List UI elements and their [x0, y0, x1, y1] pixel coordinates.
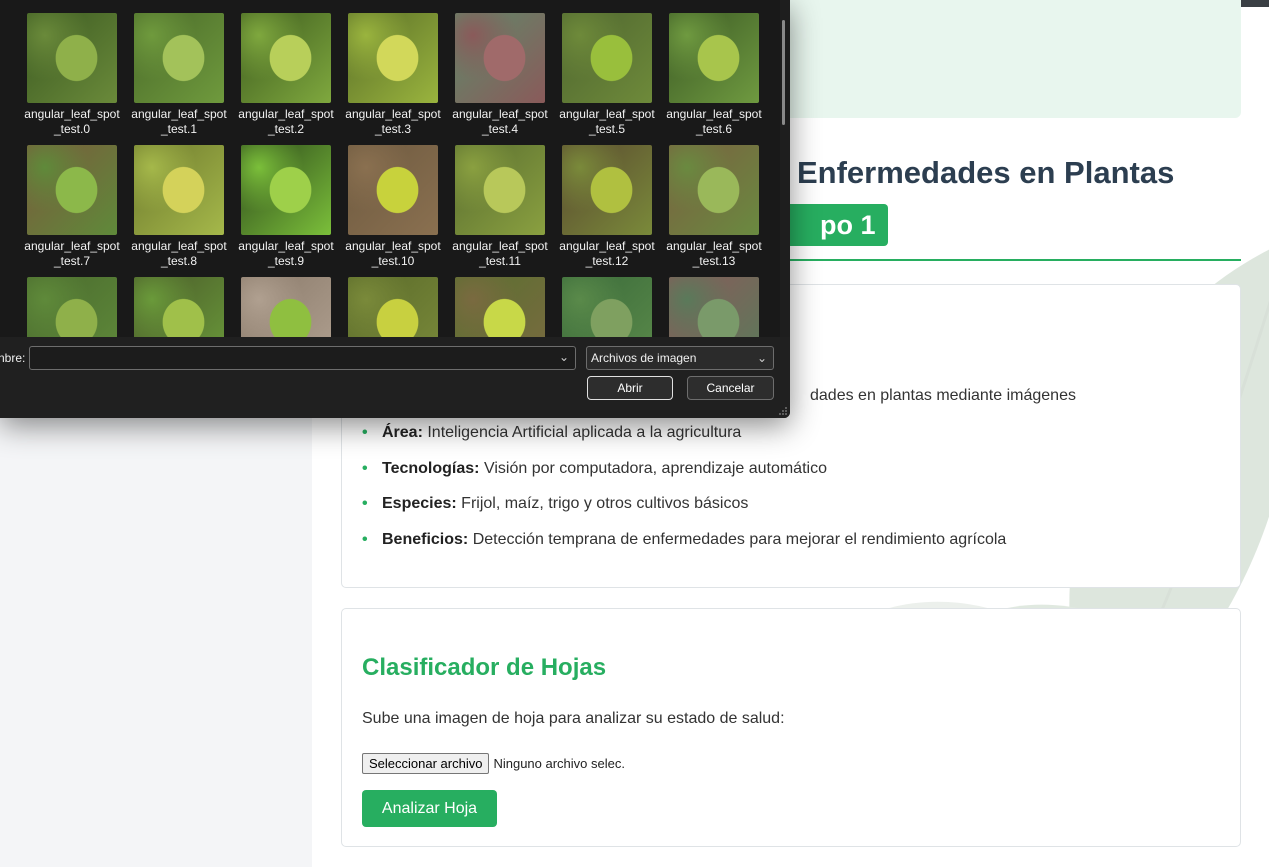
info-item-text: Detección temprana de enfermedades para …: [472, 530, 1007, 548]
file-name-line-1: angular_leaf_spot: [452, 107, 548, 121]
file-name-text: angular_leaf_spot _test.4: [447, 107, 553, 137]
leaf-classifier-card: Clasificador de Hojas Sube una imagen de…: [341, 608, 1241, 847]
cancel-button[interactable]: Cancelar: [687, 376, 774, 400]
info-item-text: Inteligencia Artificial aplicada a la ag…: [427, 424, 742, 441]
select-file-button[interactable]: Seleccionar archivo: [362, 753, 490, 774]
file-name-line-2: _test.11: [479, 254, 521, 268]
file-name-line-1: angular_leaf_spot: [24, 239, 120, 253]
file-name-text: angular_leaf_spot _test.1: [126, 107, 232, 137]
info-item-label: Especies:: [382, 495, 457, 512]
leaf-thumbnail-image: [455, 145, 545, 235]
file-name-line-1: angular_leaf_spot: [559, 107, 655, 121]
file-name-line-2: _test.4: [481, 122, 519, 136]
file-name-text: angular_leaf_spot _test.12: [554, 239, 660, 269]
file-type-select[interactable]: Archivos de imagen ⌄: [586, 346, 774, 370]
leaf-thumbnail-image: [669, 277, 759, 337]
dialog-scrollbar[interactable]: [780, 0, 790, 337]
scrollbar-thumb[interactable]: [782, 20, 785, 125]
file-name-text: angular_leaf_spot _test.6: [661, 107, 767, 137]
leaf-thumbnail-image: [669, 13, 759, 103]
leaf-thumbnail-image: [455, 277, 545, 337]
leaf-thumbnail-image: [669, 145, 759, 235]
file-thumbnail-grid[interactable]: angular_leaf_spot _test.0 angular_leaf_spo…: [0, 0, 780, 337]
file-name-line-2: _test.1: [160, 122, 198, 136]
info-item-benefits: Beneficios: Detección temprana de enferm…: [362, 530, 1006, 566]
file-name-line-2: _test.0: [53, 122, 91, 136]
file-name-text: angular_leaf_spot _test.13: [661, 239, 767, 269]
file-name-line-1: angular_leaf_spot: [345, 239, 441, 253]
file-name-line-1: angular_leaf_spot: [131, 239, 227, 253]
leaf-thumbnail-image: [27, 277, 117, 337]
classifier-title: Clasificador de Hojas: [362, 654, 607, 681]
file-name-line-2: _test.6: [695, 122, 733, 136]
leaf-thumbnail-image: [348, 13, 438, 103]
info-item-label: Tecnologías:: [382, 459, 480, 477]
info-item-species: Especies: Frijol, maíz, trigo y otros cu…: [362, 494, 1006, 530]
file-name-line-1: angular_leaf_spot: [666, 239, 762, 253]
open-button[interactable]: Abrir: [587, 376, 673, 400]
file-name-text: angular_leaf_spot _test.11: [447, 239, 553, 269]
file-name-text: angular_leaf_spot _test.7: [19, 239, 125, 269]
leaf-thumbnail-image: [348, 277, 438, 337]
file-name-line-1: angular_leaf_spot: [345, 107, 441, 121]
file-name-text: angular_leaf_spot _test.3: [340, 107, 446, 137]
file-name-line-1: angular_leaf_spot: [238, 239, 334, 253]
leaf-thumbnail-image: [348, 145, 438, 235]
info-item-label: Área:: [382, 424, 423, 441]
resize-grip-icon[interactable]: [778, 406, 788, 416]
file-open-dialog: angular_leaf_spot _test.0 angular_leaf_spo…: [0, 0, 790, 418]
file-name-line-2: _test.7: [53, 254, 91, 268]
leaf-thumbnail-image: [562, 145, 652, 235]
info-item-area: Área: Inteligencia Artificial aplicada a…: [362, 423, 1006, 459]
file-name-text: angular_leaf_spot _test.8: [126, 239, 232, 269]
file-name-label: nbre:: [0, 351, 26, 365]
analyze-leaf-button[interactable]: Analizar Hoja: [362, 790, 497, 827]
file-name-line-1: angular_leaf_spot: [24, 107, 120, 121]
info-item-technologies: Tecnologías: Visión por computadora, apr…: [362, 459, 1006, 495]
file-type-value: Archivos de imagen: [591, 351, 697, 365]
file-name-line-1: angular_leaf_spot: [238, 107, 334, 121]
info-partial-line: dades en plantas mediante imágenes: [810, 387, 1076, 404]
file-name-line-2: _test.13: [692, 254, 736, 268]
chevron-down-icon[interactable]: ⌄: [559, 350, 569, 364]
info-item-label: Beneficios:: [382, 530, 469, 548]
leaf-thumbnail-image: [562, 13, 652, 103]
file-name-line-2: _test.12: [585, 254, 629, 268]
leaf-thumbnail-image: [27, 145, 117, 235]
info-item-text: Visión por computadora, aprendizaje auto…: [483, 459, 827, 477]
file-name-text: angular_leaf_spot _test.10: [340, 239, 446, 269]
file-input-row: Seleccionar archivo Ninguno archivo sele…: [362, 753, 625, 774]
file-name-text: angular_leaf_spot _test.5: [554, 107, 660, 137]
classifier-description: Sube una imagen de hoja para analizar su…: [362, 710, 785, 727]
leaf-thumbnail-image: [241, 13, 331, 103]
file-name-line-2: _test.3: [374, 122, 412, 136]
leaf-thumbnail-image: [134, 277, 224, 337]
leaf-thumbnail-image: [241, 277, 331, 337]
file-name-line-2: _test.10: [371, 254, 415, 268]
file-status-text: Ninguno archivo selec.: [493, 756, 625, 771]
info-item-text: Frijol, maíz, trigo y otros cultivos bás…: [461, 495, 749, 512]
leaf-thumbnail-image: [241, 145, 331, 235]
file-name-line-2: _test.2: [267, 122, 305, 136]
file-name-line-1: angular_leaf_spot: [131, 107, 227, 121]
info-list: Área: Inteligencia Artificial aplicada a…: [362, 423, 1006, 565]
file-name-text: angular_leaf_spot _test.0: [19, 107, 125, 137]
dialog-footer: nbre: ⌄ Archivos de imagen ⌄ Abrir Cance…: [0, 337, 790, 418]
file-name-text: angular_leaf_spot _test.9: [233, 239, 339, 269]
file-name-input[interactable]: ⌄: [29, 346, 576, 370]
leaf-thumbnail-image: [27, 13, 117, 103]
file-name-line-1: angular_leaf_spot: [666, 107, 762, 121]
leaf-thumbnail-image: [134, 13, 224, 103]
file-name-line-2: _test.9: [267, 254, 305, 268]
chevron-down-icon: ⌄: [756, 351, 767, 365]
file-name-line-2: _test.5: [588, 122, 626, 136]
file-name-line-1: angular_leaf_spot: [559, 239, 655, 253]
page-title: Enfermedades en Plantas: [797, 155, 1175, 190]
leaf-thumbnail-image: [562, 277, 652, 337]
leaf-thumbnail-image: [134, 145, 224, 235]
file-name-line-1: angular_leaf_spot: [452, 239, 548, 253]
file-name-text: angular_leaf_spot _test.2: [233, 107, 339, 137]
file-name-line-2: _test.8: [160, 254, 198, 268]
leaf-thumbnail-image: [455, 13, 545, 103]
